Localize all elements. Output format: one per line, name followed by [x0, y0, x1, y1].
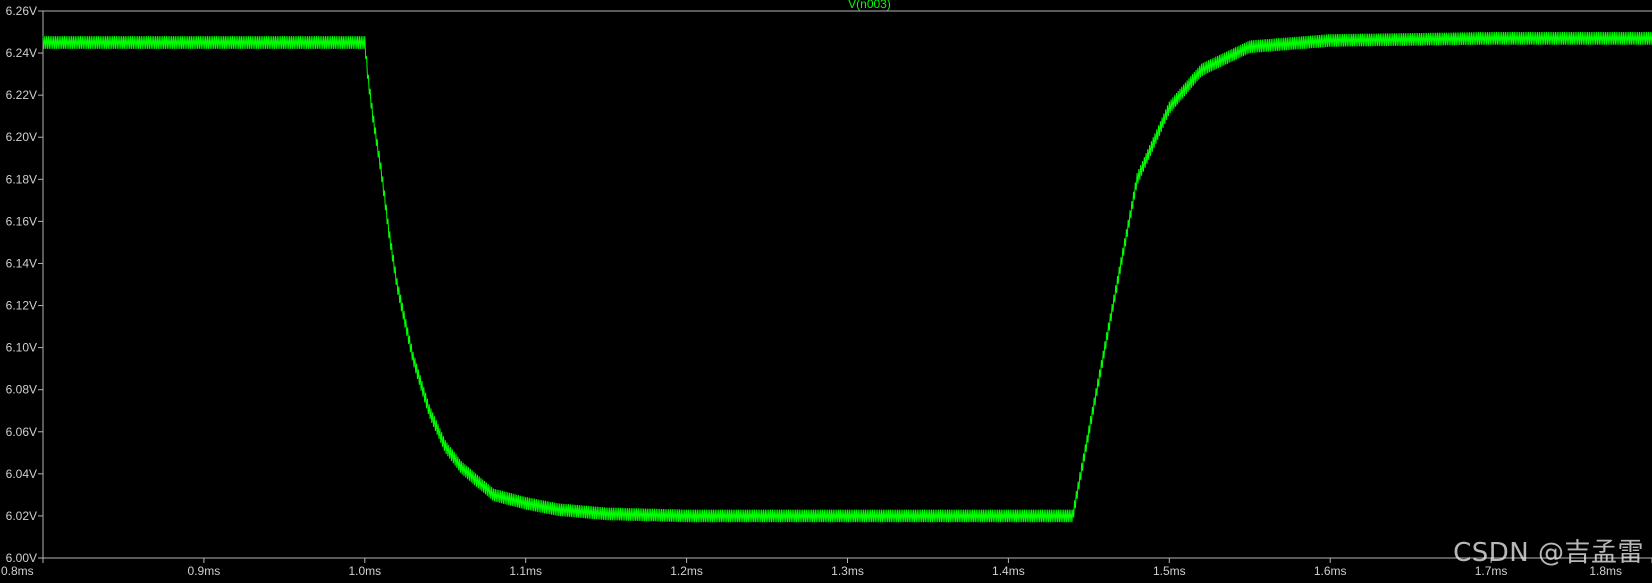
y-tick-label: 6.12V: [6, 299, 37, 313]
trace-layer: [42, 31, 1652, 523]
y-tick-label: 6.16V: [6, 214, 37, 228]
y-tick-label: 6.22V: [6, 88, 37, 102]
y-tick-label: 6.18V: [6, 172, 37, 186]
y-axis-ticks: 6.00V 6.02V 6.04V 6.06V 6.08V 6.10V 6.12V 6.14V…: [6, 4, 43, 565]
x-tick-label: 1.1ms: [509, 564, 542, 578]
y-tick-label: 6.02V: [6, 509, 37, 523]
y-tick-label: 6.06V: [6, 425, 37, 439]
y-tick-label: 6.00V: [6, 551, 37, 565]
x-tick-label: 1.5ms: [1153, 564, 1186, 578]
x-axis-ticks: 0.8ms 0.9ms 1.0ms 1.1ms 1.2ms 1.3ms 1.4ms 1.5ms…: [1, 558, 1652, 578]
x-tick-label: 1.2ms: [670, 564, 703, 578]
x-tick-label: 0.9ms: [188, 564, 221, 578]
y-tick-label: 6.24V: [6, 46, 37, 60]
y-tick-label: 6.08V: [6, 383, 37, 397]
x-tick-label: 1.4ms: [992, 564, 1025, 578]
x-tick-label: 1.3ms: [831, 564, 864, 578]
y-tick-label: 6.26V: [6, 4, 37, 18]
x-tick-label: 0.8ms: [1, 564, 34, 578]
waveform-plot: V(n003) 0.8ms 0.9ms 1.0ms 1.1ms 1.2ms 1.3ms 1.…: [1, 0, 1652, 578]
series-line: [42, 31, 1652, 523]
y-tick-label: 6.14V: [6, 256, 37, 270]
plot-axes: [42, 10, 1652, 559]
x-tick-label: 1.6ms: [1314, 564, 1347, 578]
trace-title: V(n003): [848, 0, 891, 11]
y-tick-label: 6.10V: [6, 341, 37, 355]
watermark-text: CSDN @吉孟雷: [1453, 538, 1644, 568]
y-tick-label: 6.04V: [6, 467, 37, 481]
x-tick-label: 1.0ms: [348, 564, 381, 578]
y-tick-label: 6.20V: [6, 130, 37, 144]
